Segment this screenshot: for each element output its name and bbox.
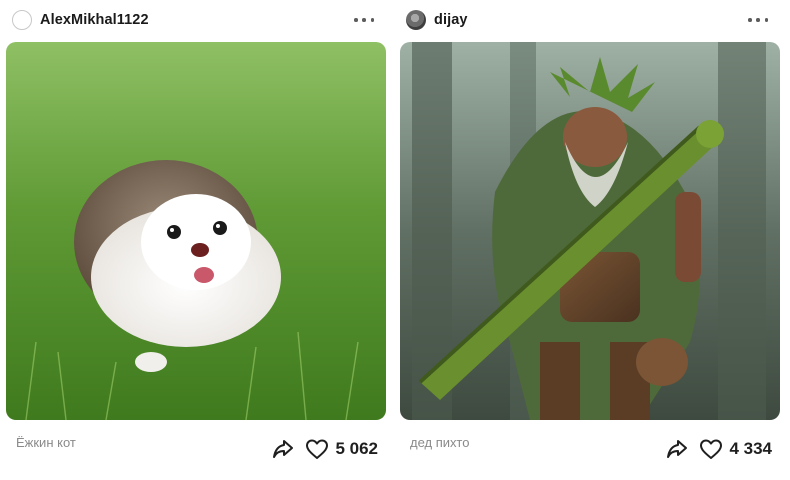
post-card-1: AlexMikhal1122 Ёжкин кот 5 062 <box>6 0 388 480</box>
post-actions: 4 334 <box>665 438 772 460</box>
post-caption[interactable]: дед пихто <box>410 435 469 450</box>
heart-icon[interactable] <box>305 438 329 460</box>
post-caption[interactable]: Ёжкин кот <box>16 435 76 450</box>
like-button[interactable]: 5 062 <box>305 438 378 460</box>
avatar[interactable] <box>406 10 426 30</box>
more-dots-icon[interactable] <box>748 14 768 26</box>
more-dots-icon[interactable] <box>354 14 374 26</box>
like-count: 4 334 <box>729 439 772 458</box>
username[interactable]: AlexMikhal1122 <box>40 12 149 28</box>
post-footer: дед пихто 4 334 <box>400 430 782 470</box>
avatar[interactable] <box>12 10 32 30</box>
post-image-forest-warrior[interactable] <box>400 42 780 420</box>
post-footer: Ёжкин кот 5 062 <box>6 430 388 470</box>
username[interactable]: dijay <box>434 12 468 28</box>
post-header: dijay <box>406 8 776 32</box>
post-actions: 5 062 <box>271 438 378 460</box>
like-button[interactable]: 4 334 <box>699 438 772 460</box>
share-arrow-icon[interactable] <box>271 438 295 460</box>
post-image-hedgehog[interactable] <box>6 42 386 420</box>
post-card-2: dijay дед пихто 4 334 <box>400 0 782 480</box>
like-count: 5 062 <box>335 439 378 458</box>
share-arrow-icon[interactable] <box>665 438 689 460</box>
post-header: AlexMikhal1122 <box>12 8 382 32</box>
heart-icon[interactable] <box>699 438 723 460</box>
